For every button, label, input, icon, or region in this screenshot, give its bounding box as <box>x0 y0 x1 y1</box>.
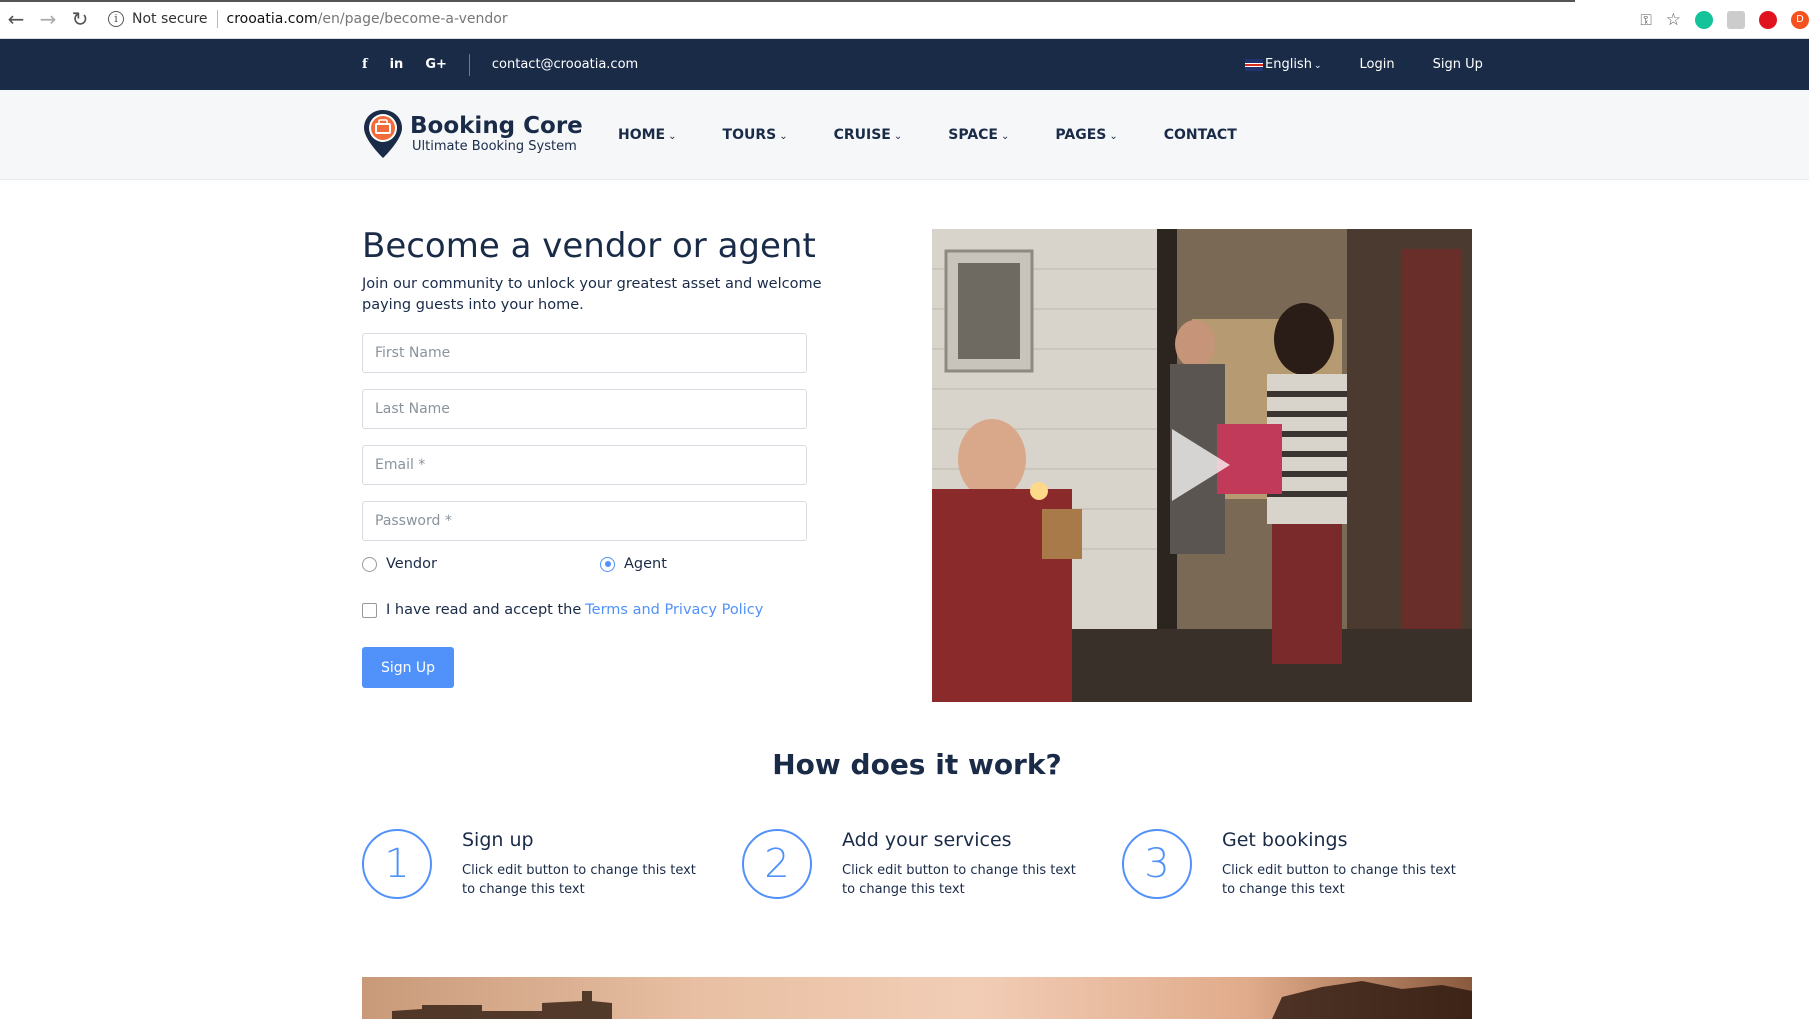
chevron-down-icon: ⌄ <box>668 131 677 142</box>
address-divider <box>216 10 218 28</box>
page-title: Become a vendor or agent <box>362 226 816 266</box>
page-subtitle: Join our community to unlock your greate… <box>362 276 822 313</box>
url-path: /en/page/become-a-vendor <box>317 11 508 27</box>
chevron-down-icon: ⌄ <box>893 131 903 142</box>
social-links: f in G+ contact@crooatia.com <box>362 39 638 90</box>
chevron-down-icon: ⌄ <box>1313 61 1322 71</box>
url-host: crooatia.com <box>226 11 318 27</box>
brand-tagline: Ultimate Booking System <box>412 139 577 154</box>
last-name-input[interactable] <box>362 389 807 429</box>
step-description: Click edit button to change this text to… <box>1222 863 1456 897</box>
opera-extension-icon[interactable] <box>1759 10 1777 29</box>
brand-title: Booking Core <box>410 113 583 139</box>
topbar-divider <box>468 53 470 76</box>
map-pin-suitcase-icon <box>364 110 402 158</box>
play-icon[interactable] <box>1172 429 1230 501</box>
facebook-icon[interactable]: f <box>362 57 368 72</box>
video-thumbnail[interactable] <box>932 229 1472 702</box>
step-title: Get bookings <box>1222 829 1348 851</box>
role-selector: Vendor Agent <box>362 556 667 572</box>
step-2: 2 Add your services Click edit button to… <box>742 829 1082 899</box>
role-vendor-option[interactable]: Vendor <box>362 556 600 572</box>
logo[interactable]: Booking Core Ultimate Booking System <box>362 108 583 160</box>
back-icon[interactable]: ← <box>0 7 32 31</box>
linkedin-icon[interactable]: in <box>390 57 404 72</box>
step-title: Add your services <box>842 829 1012 851</box>
uk-flag-icon <box>1245 58 1263 71</box>
agent-radio[interactable] <box>600 556 615 572</box>
step-number: 3 <box>1122 829 1192 899</box>
menu-item-pages[interactable]: PAGES ⌄ <box>1055 127 1117 143</box>
info-icon[interactable]: i <box>108 11 124 27</box>
terms-row: I have read and accept the Terms and Pri… <box>362 602 763 618</box>
browser-actions: ⚿ ☆ D <box>1640 0 1809 39</box>
role-agent-option[interactable]: Agent <box>600 556 667 572</box>
language-selector[interactable]: English ⌄ <box>1245 57 1322 72</box>
reload-icon[interactable]: ↻ <box>64 7 96 31</box>
signup-link[interactable]: Sign Up <box>1433 57 1483 72</box>
menu-item-tours[interactable]: TOURS ⌄ <box>723 127 788 143</box>
google-plus-icon[interactable]: G+ <box>425 57 447 72</box>
menu-item-contact[interactable]: CONTACT <box>1164 127 1237 143</box>
email-input[interactable] <box>362 445 807 485</box>
agent-label: Agent <box>624 556 667 572</box>
step-1: 1 Sign up Click edit button to change th… <box>362 829 702 899</box>
login-link[interactable]: Login <box>1360 57 1395 72</box>
forward-icon[interactable]: → <box>32 7 64 31</box>
menu-item-cruise[interactable]: CRUISE ⌄ <box>834 127 903 143</box>
language-label: English <box>1265 57 1312 72</box>
top-bar: f in G+ contact@crooatia.com English ⌄ Lo… <box>0 39 1809 90</box>
bottom-banner-image <box>362 977 1472 1019</box>
profile-avatar[interactable]: D <box>1791 10 1809 29</box>
key-icon[interactable]: ⚿ <box>1640 11 1651 29</box>
step-number: 1 <box>362 829 432 899</box>
terms-checkbox[interactable] <box>362 602 377 618</box>
chevron-down-icon: ⌄ <box>1001 131 1010 142</box>
terms-link[interactable]: Terms and Privacy Policy <box>585 602 763 618</box>
first-name-input[interactable] <box>362 333 807 373</box>
password-input[interactable] <box>362 501 807 541</box>
chevron-down-icon: ⌄ <box>779 131 788 142</box>
contact-email[interactable]: contact@crooatia.com <box>492 57 638 72</box>
page-loading-bar <box>0 0 1575 2</box>
city-silhouette-image <box>392 981 1472 1019</box>
star-icon[interactable]: ☆ <box>1666 10 1681 30</box>
step-description: Click edit button to change this text to… <box>842 863 1076 897</box>
browser-toolbar: ← → ↻ i Not secure crooatia.com/en/page/… <box>0 0 1809 39</box>
signup-button[interactable]: Sign Up <box>362 647 454 688</box>
step-3: 3 Get bookings Click edit button to chan… <box>1122 829 1462 899</box>
how-it-works-title: How does it work? <box>772 748 1062 781</box>
step-description: Click edit button to change this text to… <box>462 863 696 897</box>
terms-text: I have read and accept the <box>386 602 582 618</box>
main-menu: HOME ⌄ TOURS ⌄ CRUISE ⌄ SPACE ⌄ PAGES ⌄ CONTA… <box>618 90 1283 180</box>
extension-icon[interactable] <box>1727 10 1745 29</box>
chevron-down-icon: ⌄ <box>1109 131 1118 142</box>
menu-item-space[interactable]: SPACE ⌄ <box>948 127 1009 143</box>
brand-text: Booking Core Ultimate Booking System <box>410 113 583 155</box>
topbar-right: English ⌄ Login Sign Up <box>1245 39 1483 90</box>
address-bar[interactable]: i Not secure crooatia.com/en/page/become… <box>108 10 508 28</box>
vendor-radio[interactable] <box>362 556 377 572</box>
step-number: 2 <box>742 829 812 899</box>
vendor-label: Vendor <box>386 556 437 572</box>
security-label: Not secure <box>132 11 208 27</box>
grammarly-extension-icon[interactable] <box>1695 10 1713 29</box>
site-header: Booking Core Ultimate Booking System HOM… <box>0 90 1809 180</box>
step-title: Sign up <box>462 829 534 851</box>
menu-item-home[interactable]: HOME ⌄ <box>618 127 677 143</box>
